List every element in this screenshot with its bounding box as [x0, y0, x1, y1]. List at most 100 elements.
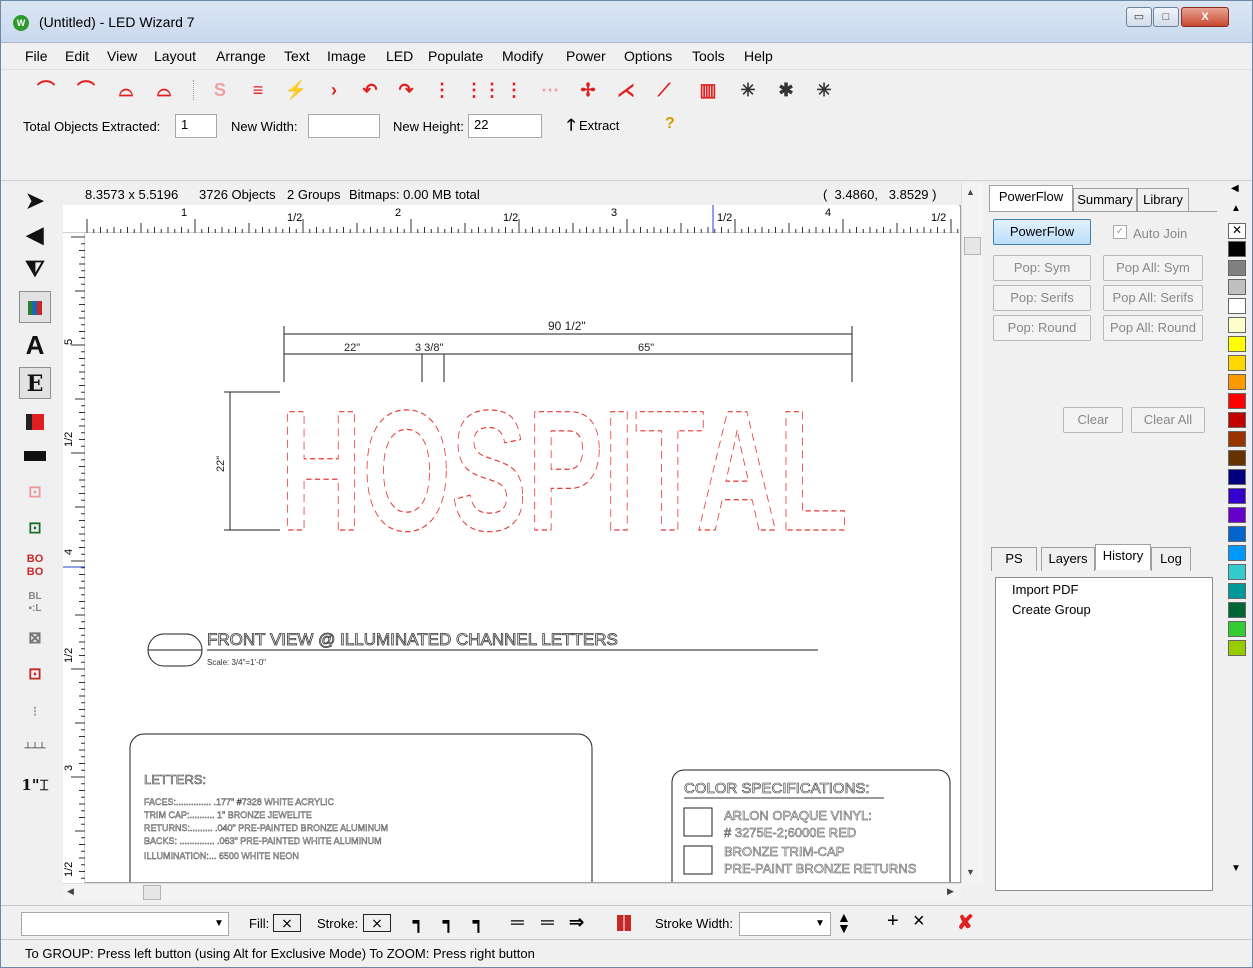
- pop-sym-button[interactable]: Pop: Sym: [993, 255, 1091, 281]
- dotted-line-small-icon[interactable]: ⋮: [501, 78, 527, 102]
- total-extracted-field[interactable]: 1: [175, 114, 217, 138]
- scroll-right-arrow-icon[interactable]: ▶: [947, 886, 954, 897]
- app-logo-icon[interactable]: W: [13, 15, 29, 31]
- join-bevel-icon[interactable]: ⇒: [569, 912, 584, 933]
- scroll-down-arrow-icon[interactable]: ▼: [966, 867, 975, 877]
- spin-up-down-icon[interactable]: ▲ ▼: [837, 910, 851, 935]
- color-swatch[interactable]: [1228, 298, 1246, 314]
- menu-power[interactable]: Power: [566, 48, 606, 64]
- palette-scroll-up-icon[interactable]: ▲: [1231, 203, 1241, 214]
- color-swatch[interactable]: [1228, 279, 1246, 295]
- menu-edit[interactable]: Edit: [65, 48, 89, 64]
- color-swatch[interactable]: [1228, 488, 1246, 504]
- clear-button[interactable]: Clear: [1063, 407, 1123, 433]
- remove-node-icon[interactable]: ×: [913, 910, 925, 933]
- arrow-back-icon[interactable]: ↷: [393, 78, 419, 102]
- x-star-bold-icon[interactable]: ✱: [773, 78, 799, 102]
- hospital-channel-letters[interactable]: HOSPITAL: [279, 374, 848, 567]
- bridge-icon[interactable]: ⌒: [33, 78, 59, 102]
- arrow-curve-icon[interactable]: ↶: [357, 78, 383, 102]
- dot-stack-icon[interactable]: ⁝: [19, 695, 51, 727]
- dropdown-chevron-icon[interactable]: ▼: [214, 918, 224, 929]
- delete-red-x-icon[interactable]: ✘: [957, 910, 974, 935]
- menu-tools[interactable]: Tools: [692, 48, 725, 64]
- history-item-import-pdf[interactable]: Import PDF: [1012, 582, 1078, 597]
- menu-view[interactable]: View: [107, 48, 137, 64]
- outline-text-icon[interactable]: E: [19, 367, 51, 399]
- tab-log[interactable]: Log: [1151, 547, 1191, 571]
- color-swatch[interactable]: [1228, 355, 1246, 371]
- clear-all-button[interactable]: Clear All: [1131, 407, 1205, 433]
- auto-join-checkbox[interactable]: ✓: [1113, 225, 1127, 239]
- join-miter-icon[interactable]: ═: [511, 912, 524, 933]
- stroke-color-icon[interactable]: [617, 915, 631, 931]
- node-join-icon[interactable]: ⋌: [613, 78, 639, 102]
- dash-dot-icon[interactable]: ⋯: [537, 78, 563, 102]
- s-curve-icon[interactable]: S: [207, 78, 233, 102]
- scroll-left-arrow-icon[interactable]: ◀: [67, 886, 74, 897]
- extract-objects-icon[interactable]: ⊡: [19, 513, 51, 545]
- add-node-icon[interactable]: +: [887, 910, 899, 933]
- palette-scroll-left-icon[interactable]: ◀: [1231, 183, 1239, 194]
- color-swatch[interactable]: [1228, 374, 1246, 390]
- cap-square-icon[interactable]: ┑: [473, 912, 484, 933]
- color-swatch[interactable]: [1228, 507, 1246, 523]
- horizontal-scroll-thumb[interactable]: [143, 885, 161, 900]
- color-swatch[interactable]: [1228, 640, 1246, 656]
- pop-all-sym-button[interactable]: Pop All: Sym: [1103, 255, 1203, 281]
- node-curve-icon[interactable]: ⟋: [651, 78, 677, 102]
- tab-layers[interactable]: Layers: [1041, 547, 1095, 571]
- select-arrow-icon[interactable]: ➤: [19, 185, 51, 217]
- bl-label-icon[interactable]: BL ▪:L: [19, 587, 51, 619]
- color-swatch[interactable]: [1228, 450, 1246, 466]
- tab-history[interactable]: History: [1095, 544, 1151, 570]
- menu-help[interactable]: Help: [744, 48, 773, 64]
- bo-label-icon[interactable]: BO BO: [19, 549, 51, 581]
- history-item-create-group[interactable]: Create Group: [1012, 602, 1091, 617]
- color-swatch[interactable]: [1228, 412, 1246, 428]
- menu-led[interactable]: LED: [386, 48, 413, 64]
- x-star-red-icon[interactable]: ✳: [811, 78, 837, 102]
- join-round-icon[interactable]: ═: [541, 912, 554, 933]
- new-height-field[interactable]: 22: [468, 114, 542, 138]
- color-fill-icon[interactable]: [19, 291, 51, 323]
- pop-serifs-button[interactable]: Pop: Serifs: [993, 285, 1091, 311]
- canvas-drawing[interactable]: HOSPITAL 90 1/2" 22" 3 3/8" 65" 22" FRON…: [64, 206, 961, 883]
- vertical-scroll-thumb[interactable]: [964, 237, 981, 255]
- pop-all-round-button[interactable]: Pop All: Round: [1103, 315, 1203, 341]
- bridge-small-icon[interactable]: ⌒: [73, 78, 99, 102]
- cap-flat-icon[interactable]: ┑: [413, 912, 424, 933]
- color-swatch[interactable]: [1228, 602, 1246, 618]
- extract-disabled-icon[interactable]: ⊡: [19, 477, 51, 509]
- x-star-icon[interactable]: ✳: [735, 78, 761, 102]
- pop-round-button[interactable]: Pop: Round: [993, 315, 1091, 341]
- menu-layout[interactable]: Layout: [154, 48, 196, 64]
- text-tool-icon[interactable]: A: [19, 329, 51, 361]
- dotted-comb-icon[interactable]: ⋮: [429, 78, 455, 102]
- tab-summary[interactable]: Summary: [1073, 188, 1137, 212]
- powerflow-button[interactable]: PowerFlow: [993, 219, 1091, 245]
- chevron-icon[interactable]: ›: [321, 78, 347, 102]
- color-swatch[interactable]: [1228, 393, 1246, 409]
- color-swatch[interactable]: [1228, 526, 1246, 542]
- menu-file[interactable]: File: [25, 48, 48, 64]
- color-swatch[interactable]: [1228, 241, 1246, 257]
- pop-all-serifs-button[interactable]: Pop All: Serifs: [1103, 285, 1203, 311]
- stroke-width-chevron-icon[interactable]: ▼: [815, 918, 825, 929]
- tab-ps[interactable]: PS: [991, 547, 1037, 571]
- tab-powerflow[interactable]: PowerFlow: [989, 185, 1073, 211]
- menu-options[interactable]: Options: [624, 48, 672, 64]
- object-type-dropdown[interactable]: [21, 912, 229, 936]
- node-select-icon[interactable]: ◀: [19, 219, 51, 251]
- canvas-horizontal-scrollbar[interactable]: ◀ ▶: [63, 883, 961, 901]
- color-swatch[interactable]: [1228, 336, 1246, 352]
- bounding-box-icon[interactable]: ⊠: [19, 623, 51, 655]
- scroll-up-arrow-icon[interactable]: ▲: [966, 187, 975, 197]
- dotted-line-icon[interactable]: ⋮⋮: [465, 78, 501, 102]
- grid-h-icon[interactable]: ▥: [695, 78, 721, 102]
- color-swatch[interactable]: [1228, 621, 1246, 637]
- transform-icon[interactable]: ⧨: [19, 253, 51, 285]
- fill-none-icon[interactable]: ⨯: [273, 914, 301, 932]
- rectangle-tool-icon[interactable]: [19, 439, 51, 471]
- ruler-tool-icon[interactable]: ┴┴┴: [19, 733, 51, 765]
